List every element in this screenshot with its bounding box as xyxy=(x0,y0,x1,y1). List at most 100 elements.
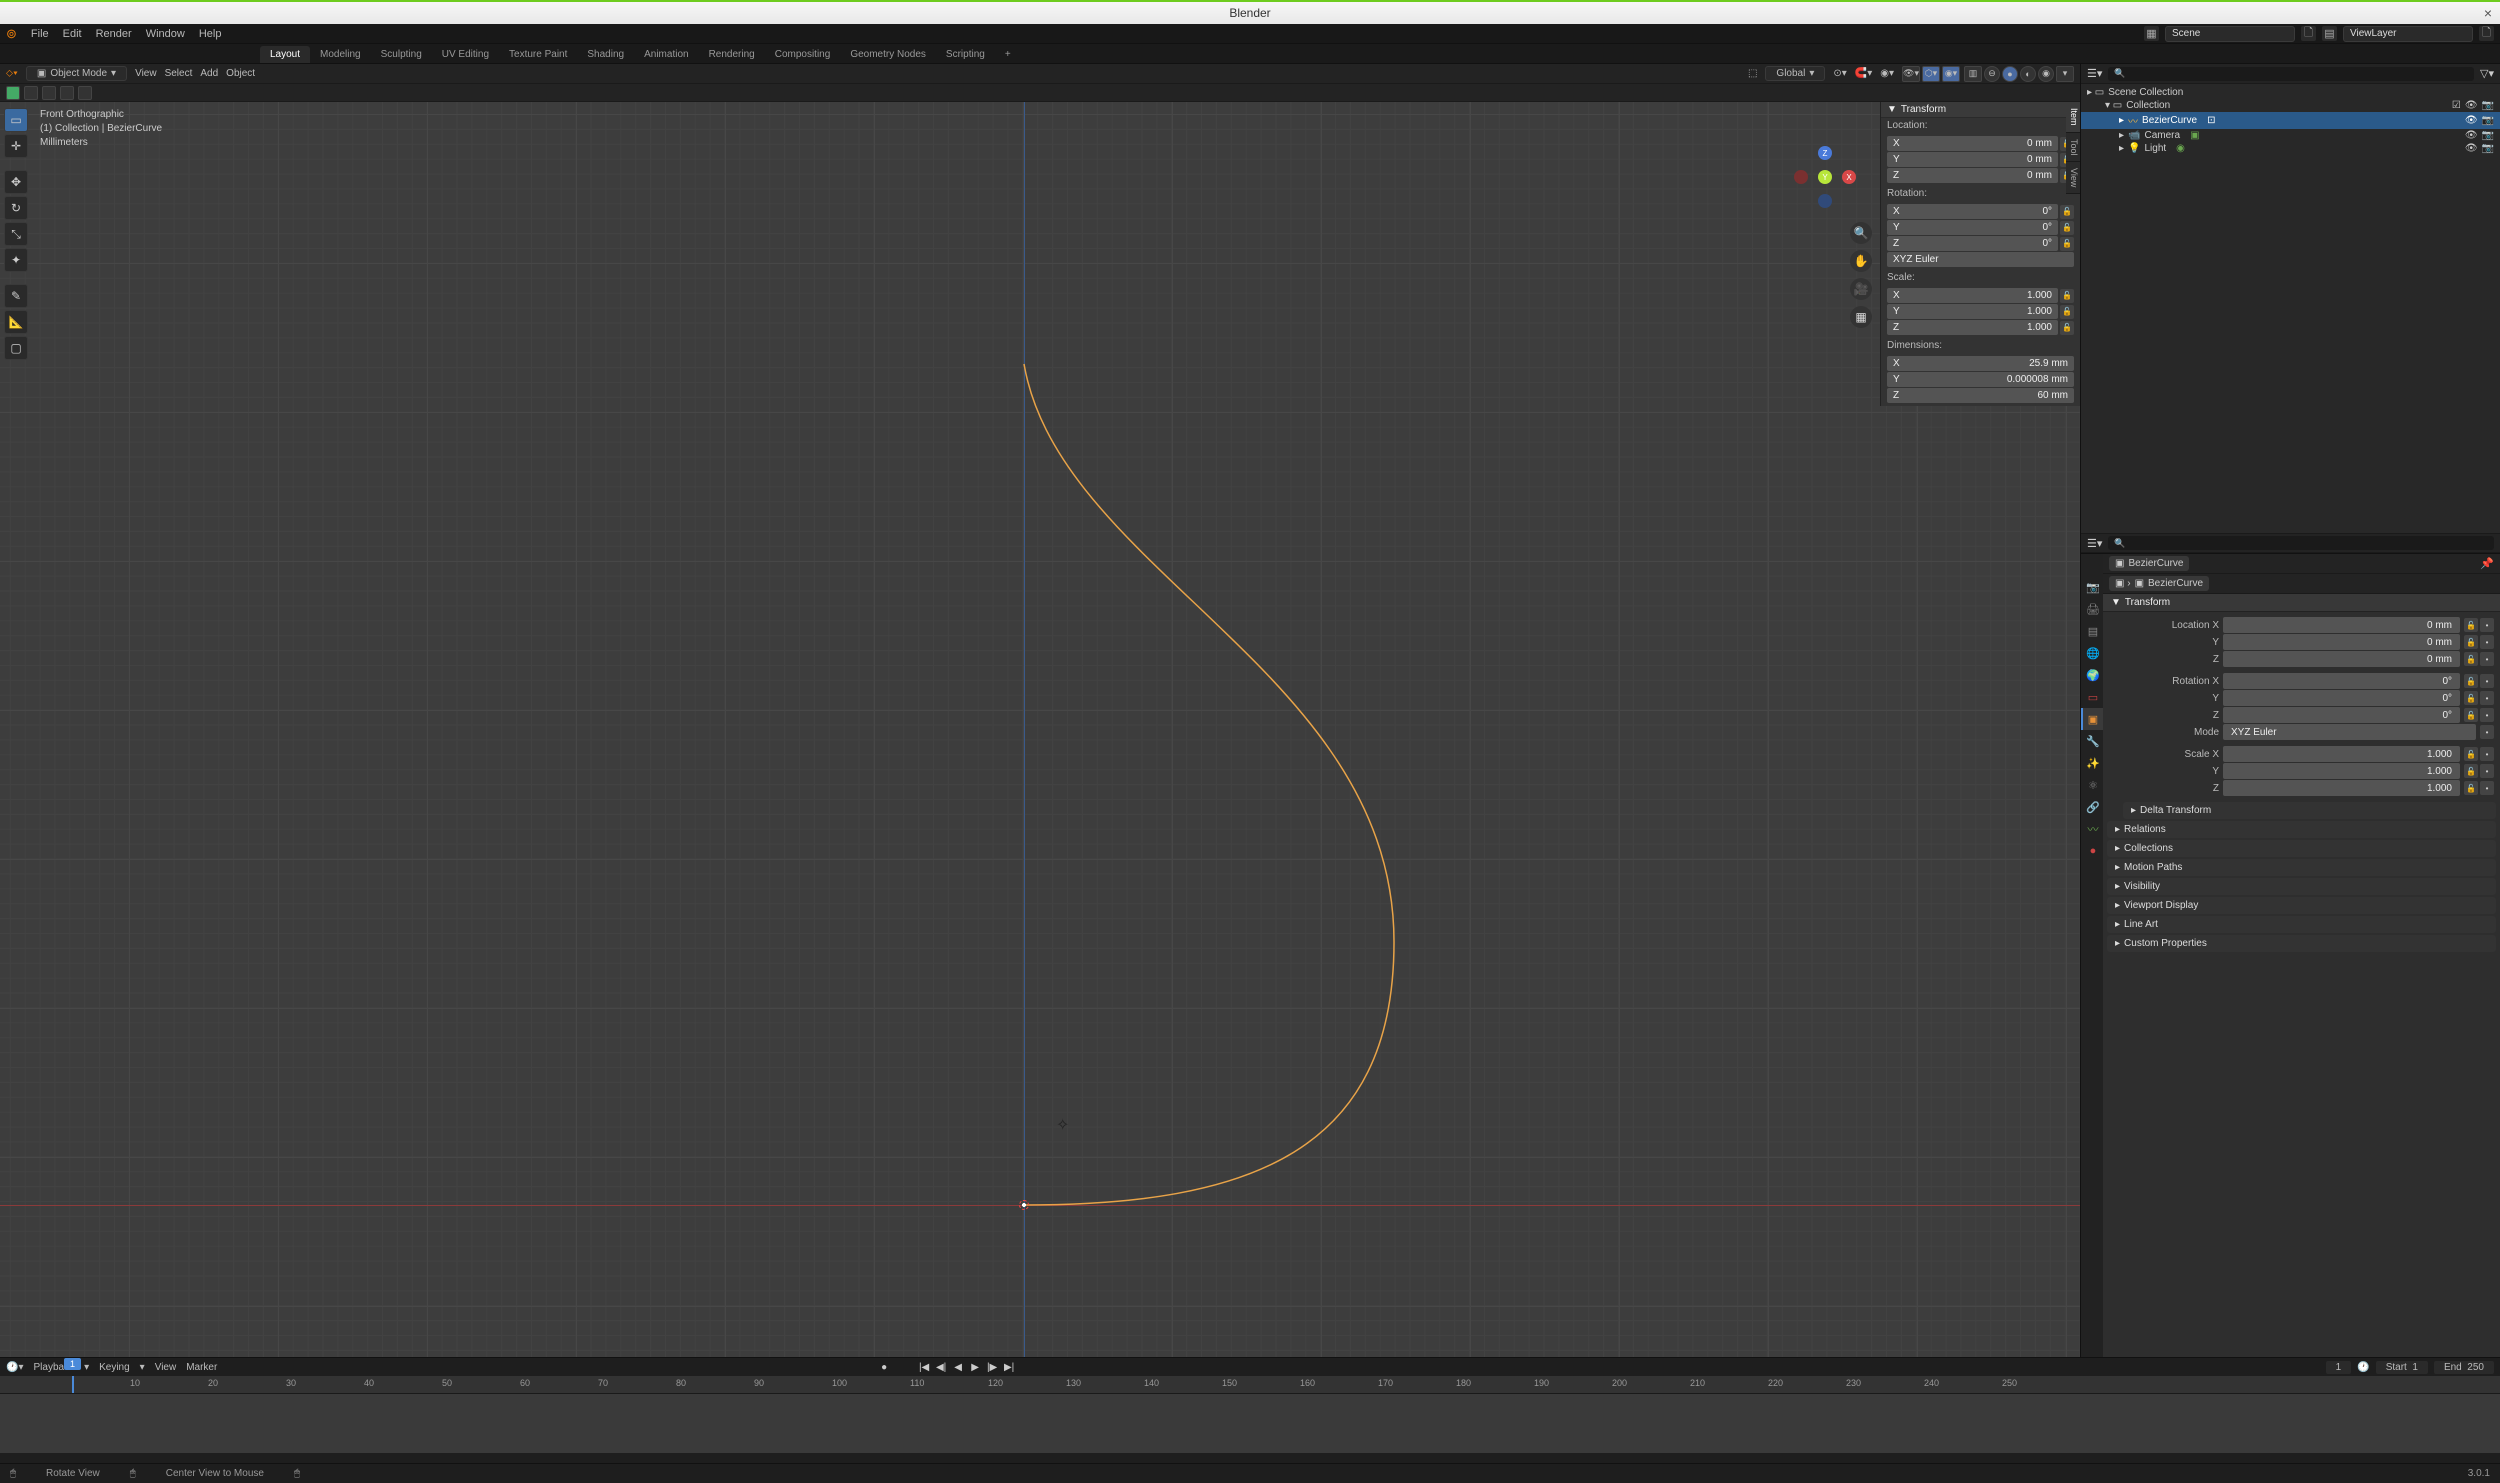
tool-select-box[interactable]: ▭ xyxy=(4,108,28,132)
keyframe-icon[interactable]: • xyxy=(2480,691,2494,705)
new-scene-icon[interactable]: 🗋 xyxy=(2301,26,2316,41)
panel-line-art[interactable]: ▸ Line Art xyxy=(2107,916,2496,933)
scale-x-field[interactable]: X1.000 xyxy=(1887,288,2058,303)
tool-scale[interactable]: ⤡ xyxy=(4,222,28,246)
play-reverse-icon[interactable]: ◀ xyxy=(951,1360,965,1374)
ptab-particles[interactable]: ✨ xyxy=(2081,752,2103,774)
pp-rot-y[interactable]: 0° xyxy=(2223,690,2460,706)
select-mode-4[interactable] xyxy=(60,86,74,100)
pp-loc-z[interactable]: 0 mm xyxy=(2223,651,2460,667)
tab-modeling[interactable]: Modeling xyxy=(310,46,371,63)
rotation-mode-field[interactable]: XYZ Euler xyxy=(1887,252,2074,267)
tab-compositing[interactable]: Compositing xyxy=(765,46,841,63)
playhead[interactable] xyxy=(72,1376,74,1393)
tl-menu-view[interactable]: View xyxy=(155,1362,177,1373)
keyframe-icon[interactable]: • xyxy=(2480,781,2494,795)
tool-annotate[interactable]: ✎ xyxy=(4,284,28,308)
lock-icon[interactable]: 🔓 xyxy=(2464,747,2478,761)
rot-x-field[interactable]: X0° xyxy=(1887,204,2058,219)
lock-icon[interactable]: 🔓 xyxy=(2060,321,2074,335)
props-search[interactable]: 🔍 xyxy=(2108,536,2494,550)
timeline-body[interactable] xyxy=(0,1394,2500,1453)
camera-icon[interactable]: 📷 xyxy=(2482,143,2494,154)
pp-loc-x[interactable]: 0 mm xyxy=(2223,617,2460,633)
keyframe-icon[interactable]: • xyxy=(2480,618,2494,632)
play-icon[interactable]: ▶ xyxy=(968,1360,982,1374)
gizmo-x-neg[interactable] xyxy=(1794,170,1808,184)
tab-rendering[interactable]: Rendering xyxy=(699,46,765,63)
shade-solid-icon[interactable]: ● xyxy=(2002,66,2018,82)
pp-rot-x[interactable]: 0° xyxy=(2223,673,2460,689)
close-icon[interactable]: × xyxy=(2484,5,2492,21)
navigation-gizmo[interactable]: Z Y X xyxy=(1790,142,1860,212)
chevron-right-icon[interactable]: ▸ xyxy=(2119,143,2124,154)
loc-z-field[interactable]: Z0 mm xyxy=(1887,168,2058,183)
panel-custom-properties[interactable]: ▸ Custom Properties xyxy=(2107,935,2496,952)
npanel-transform-header[interactable]: ▼ Transform xyxy=(1881,102,2080,118)
outliner-search[interactable]: 🔍 xyxy=(2108,67,2474,81)
start-frame-field[interactable]: Start 1 xyxy=(2376,1361,2428,1374)
select-visibility-icon[interactable]: 👁▾ xyxy=(1902,66,1920,82)
pp-rot-z[interactable]: 0° xyxy=(2223,707,2460,723)
npanel-tab-tool[interactable]: Tool xyxy=(2066,133,2080,163)
shade-wireframe-icon[interactable]: ⊖ xyxy=(1984,66,2000,82)
camera-icon[interactable]: 📷 xyxy=(2482,115,2494,126)
end-frame-field[interactable]: End 250 xyxy=(2434,1361,2494,1374)
lock-icon[interactable]: 🔓 xyxy=(2060,289,2074,303)
gizmo-x-pos[interactable]: X xyxy=(1842,170,1856,184)
pan-icon[interactable]: ✋ xyxy=(1850,250,1872,272)
ptab-viewlayer[interactable]: ▤ xyxy=(2081,620,2103,642)
rot-z-field[interactable]: Z0° xyxy=(1887,236,2058,251)
outliner-scene-collection[interactable]: ▸ ▭ Scene Collection xyxy=(2081,86,2500,99)
panel-motion-paths[interactable]: ▸ Motion Paths xyxy=(2107,859,2496,876)
ptab-object[interactable]: ▣ xyxy=(2081,708,2103,730)
pp-scale-y[interactable]: 1.000 xyxy=(2223,763,2460,779)
eye-icon[interactable]: 👁 xyxy=(2465,115,2478,126)
loc-y-field[interactable]: Y0 mm xyxy=(1887,152,2058,167)
eye-icon[interactable]: 👁 xyxy=(2465,100,2478,111)
menu-render[interactable]: Render xyxy=(96,28,132,40)
tool-move[interactable]: ✥ xyxy=(4,170,28,194)
camera-view-icon[interactable]: 🎥 xyxy=(1850,278,1872,300)
orientation-icon[interactable]: ⬚ xyxy=(1748,68,1757,79)
select-mode-1[interactable] xyxy=(6,86,20,100)
gizmo-z-pos[interactable]: Z xyxy=(1818,146,1832,160)
timeline-ruler[interactable]: 1020304050607080901001101201301401501601… xyxy=(0,1376,2500,1394)
scale-z-field[interactable]: Z1.000 xyxy=(1887,320,2058,335)
lock-icon[interactable]: 🔓 xyxy=(2464,618,2478,632)
keyframe-prev-icon[interactable]: ◀| xyxy=(934,1360,948,1374)
vp-menu-object[interactable]: Object xyxy=(226,68,255,79)
tab-shading[interactable]: Shading xyxy=(577,46,634,63)
tool-transform[interactable]: ✦ xyxy=(4,248,28,272)
vp-menu-add[interactable]: Add xyxy=(200,68,218,79)
ptab-modifiers[interactable]: 🔧 xyxy=(2081,730,2103,752)
keyframe-icon[interactable]: • xyxy=(2480,708,2494,722)
scene-icon[interactable]: ▦ xyxy=(2144,26,2159,41)
loc-x-field[interactable]: X0 mm xyxy=(1887,136,2058,151)
lock-icon[interactable]: 🔓 xyxy=(2464,764,2478,778)
camera-icon[interactable]: 📷 xyxy=(2482,100,2494,111)
panel-visibility[interactable]: ▸ Visibility xyxy=(2107,878,2496,895)
props-type-icon[interactable]: ☰▾ xyxy=(2087,537,2102,550)
rot-y-field[interactable]: Y0° xyxy=(1887,220,2058,235)
pp-rotation-mode[interactable]: XYZ Euler xyxy=(2223,724,2476,740)
tab-uv-editing[interactable]: UV Editing xyxy=(432,46,499,63)
lock-icon[interactable]: 🔓 xyxy=(2464,691,2478,705)
jump-start-icon[interactable]: |◀ xyxy=(917,1360,931,1374)
lock-icon[interactable]: 🔓 xyxy=(2060,305,2074,319)
lock-icon[interactable]: 🔓 xyxy=(2060,221,2074,235)
editor-type-icon[interactable]: ⬦▾ xyxy=(6,68,18,79)
dim-y-field[interactable]: Y0.000008 mm xyxy=(1887,372,2074,387)
tool-cursor[interactable]: ✛ xyxy=(4,134,28,158)
shade-material-icon[interactable]: ◐ xyxy=(2020,66,2036,82)
dim-x-field[interactable]: X25.9 mm xyxy=(1887,356,2074,371)
mode-selector[interactable]: ▣ Object Mode ▾ xyxy=(26,66,127,81)
dim-z-field[interactable]: Z60 mm xyxy=(1887,388,2074,403)
tool-add[interactable]: ▢ xyxy=(4,336,28,360)
viewlayer-icon[interactable]: ▤ xyxy=(2322,26,2337,41)
vp-menu-select[interactable]: Select xyxy=(165,68,193,79)
shade-dropdown-icon[interactable]: ▾ xyxy=(2056,66,2074,82)
orientation-selector[interactable]: Global▾ xyxy=(1765,66,1825,81)
outliner-item-light[interactable]: ▸ 💡 Light ◉ 👁 📷 xyxy=(2081,142,2500,155)
gizmo-z-neg[interactable] xyxy=(1818,194,1832,208)
